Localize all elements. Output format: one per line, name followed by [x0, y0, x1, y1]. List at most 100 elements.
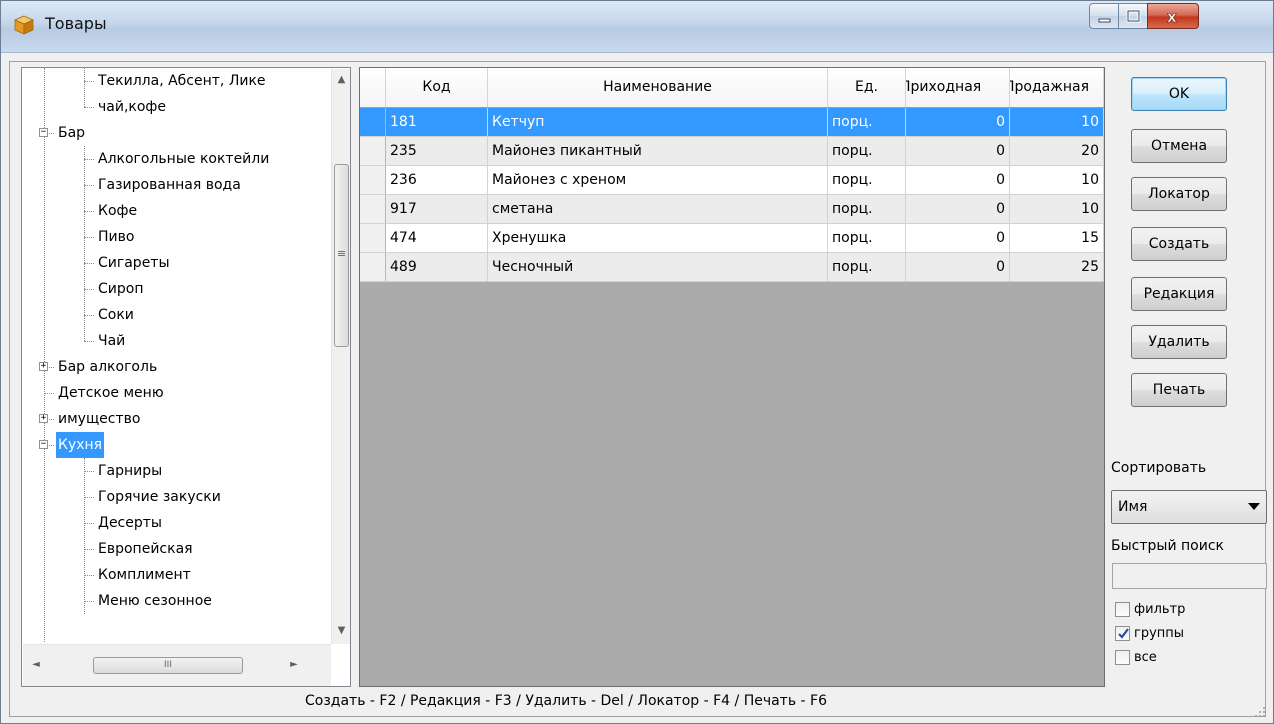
- tree-item[interactable]: Кофе: [96, 198, 139, 224]
- cancel-button[interactable]: Отмена: [1131, 129, 1227, 163]
- tree-item[interactable]: Комплимент: [96, 562, 193, 588]
- tree-item-label: чай,кофе: [98, 99, 167, 115]
- column-header-code[interactable]: Код: [386, 68, 488, 107]
- sort-label: Сортировать: [1111, 460, 1207, 476]
- row-selector[interactable]: [360, 108, 386, 136]
- all-checkbox[interactable]: [1115, 650, 1130, 665]
- cell-code: 474: [386, 224, 488, 252]
- table-row[interactable]: 474 Хренушка порц. 0 15: [360, 224, 1104, 253]
- category-tree[interactable]: Текилла, Абсент, Лике чай,кофе Бар − Алкогол…: [21, 67, 351, 687]
- scroll-right-icon[interactable]: ►: [287, 659, 301, 670]
- tree-item[interactable]: Горячие закуски: [96, 484, 223, 510]
- cell-name: Чесночный: [488, 253, 828, 281]
- tree-connector: [84, 107, 94, 108]
- row-selector[interactable]: [360, 224, 386, 252]
- cell-name: Кетчуп: [488, 108, 828, 136]
- grip-icon: ≡: [336, 247, 347, 260]
- sort-selected-value: Имя: [1118, 499, 1148, 515]
- close-button[interactable]: x: [1147, 3, 1199, 29]
- tree-item[interactable]: Текилла, Абсент, Лике: [96, 68, 268, 94]
- tree-item-label: Меню сезонное: [98, 593, 212, 609]
- table-row[interactable]: 489 Чесночный порц. 0 25: [360, 253, 1104, 282]
- groups-checkbox[interactable]: [1115, 626, 1130, 641]
- tree-item[interactable]: Сироп: [96, 276, 145, 302]
- tree-hscroll-thumb[interactable]: III: [93, 657, 243, 674]
- table-row[interactable]: 181 Кетчуп порц. 0 10: [360, 108, 1104, 137]
- scroll-down-icon[interactable]: ▼: [332, 622, 351, 640]
- tree-item[interactable]: Европейская: [96, 536, 195, 562]
- scroll-left-icon[interactable]: ◄: [29, 659, 43, 670]
- cell-in-price: 0: [906, 224, 1010, 252]
- tree-item-label: Гарниры: [98, 463, 163, 479]
- tree-item-label: Кофе: [98, 203, 138, 219]
- hotkey-hint: Создать - F2 / Редакция - F3 / Удалить -…: [305, 693, 827, 709]
- tree-item[interactable]: Сигареты: [96, 250, 172, 276]
- products-grid[interactable]: Код Наименование Ед. Приходная Продажная…: [359, 67, 1105, 687]
- column-header-sale-price[interactable]: Продажная: [1010, 68, 1104, 107]
- tree-item-label: Кухня: [56, 432, 105, 458]
- tree-item[interactable]: имущество: [56, 406, 142, 432]
- tree-item[interactable]: Детское меню: [56, 380, 166, 406]
- grip-icon: III: [164, 660, 172, 670]
- table-row[interactable]: 235 Майонез пикантный порц. 0 20: [360, 137, 1104, 166]
- tree-item[interactable]: Соки: [96, 302, 136, 328]
- tree-item-label: Текилла, Абсент, Лике: [98, 73, 266, 89]
- quick-search-label: Быстрый поиск: [1111, 538, 1224, 554]
- row-selector[interactable]: [360, 253, 386, 281]
- create-button[interactable]: Создать: [1131, 227, 1227, 261]
- tree-item-label: Детское меню: [58, 385, 164, 401]
- chevron-down-icon: [1248, 503, 1260, 510]
- tree-connector: [84, 211, 94, 212]
- print-button[interactable]: Печать: [1131, 373, 1227, 407]
- tree-item[interactable]: Бар алкоголь: [56, 354, 159, 380]
- tree-item[interactable]: Пиво: [96, 224, 136, 250]
- tree-item[interactable]: Гарниры: [96, 458, 164, 484]
- tree-item[interactable]: чай,кофе: [96, 94, 168, 120]
- ok-button[interactable]: OK: [1131, 77, 1227, 111]
- tree-rows: Текилла, Абсент, Лике чай,кофе Бар − Алкогол…: [22, 68, 332, 642]
- column-header-in-price[interactable]: Приходная: [906, 68, 1010, 107]
- resize-grip-icon[interactable]: [1253, 705, 1267, 719]
- tree-item[interactable]: Меню сезонное: [96, 588, 214, 614]
- filter-checkbox[interactable]: [1115, 602, 1130, 617]
- close-icon: x: [1167, 8, 1178, 27]
- expand-icon[interactable]: +: [39, 414, 48, 423]
- collapse-icon[interactable]: −: [39, 440, 48, 449]
- cell-sale-price: 15: [1010, 224, 1104, 252]
- tree-connector: [84, 601, 94, 602]
- tree-item[interactable]: Чай: [96, 328, 127, 354]
- row-selector[interactable]: [360, 137, 386, 165]
- row-selector[interactable]: [360, 195, 386, 223]
- cell-code: 235: [386, 137, 488, 165]
- tree-item[interactable]: Бар: [56, 120, 87, 146]
- expand-icon[interactable]: +: [39, 362, 48, 371]
- minimize-button[interactable]: [1089, 3, 1119, 29]
- tree-item[interactable]: Кухня: [56, 432, 105, 458]
- tree-guide-line: [84, 146, 85, 341]
- tree-item[interactable]: Десерты: [96, 510, 164, 536]
- delete-button[interactable]: Удалить: [1131, 325, 1227, 359]
- table-row[interactable]: 917 сметана порц. 0 10: [360, 195, 1104, 224]
- cell-unit: порц.: [828, 195, 906, 223]
- collapse-icon[interactable]: −: [39, 128, 48, 137]
- title-bar[interactable]: Товары x: [1, 1, 1273, 53]
- tree-vscroll-thumb[interactable]: ≡: [334, 164, 349, 347]
- maximize-button[interactable]: [1118, 3, 1148, 29]
- column-header-name[interactable]: Наименование: [488, 68, 828, 107]
- minimize-icon: [1098, 18, 1111, 23]
- tree-item[interactable]: Алкогольные коктейли: [96, 146, 271, 172]
- tree-item-label: Десерты: [98, 515, 162, 531]
- tree-item[interactable]: Газированная вода: [96, 172, 243, 198]
- tree-vertical-scrollbar[interactable]: ▲ ≡ ▼: [331, 69, 350, 644]
- tree-horizontal-scrollbar[interactable]: ◄ III ►: [23, 644, 331, 686]
- table-row[interactable]: 236 Майонез с хреном порц. 0 10: [360, 166, 1104, 195]
- cell-code: 181: [386, 108, 488, 136]
- edit-button[interactable]: Редакция: [1131, 277, 1227, 311]
- scroll-up-icon[interactable]: ▲: [332, 71, 351, 89]
- cell-unit: порц.: [828, 137, 906, 165]
- quick-search-input[interactable]: [1112, 563, 1267, 589]
- sort-select[interactable]: Имя: [1111, 490, 1267, 524]
- column-header-unit[interactable]: Ед.: [828, 68, 906, 107]
- locator-button[interactable]: Локатор: [1131, 177, 1227, 211]
- row-selector[interactable]: [360, 166, 386, 194]
